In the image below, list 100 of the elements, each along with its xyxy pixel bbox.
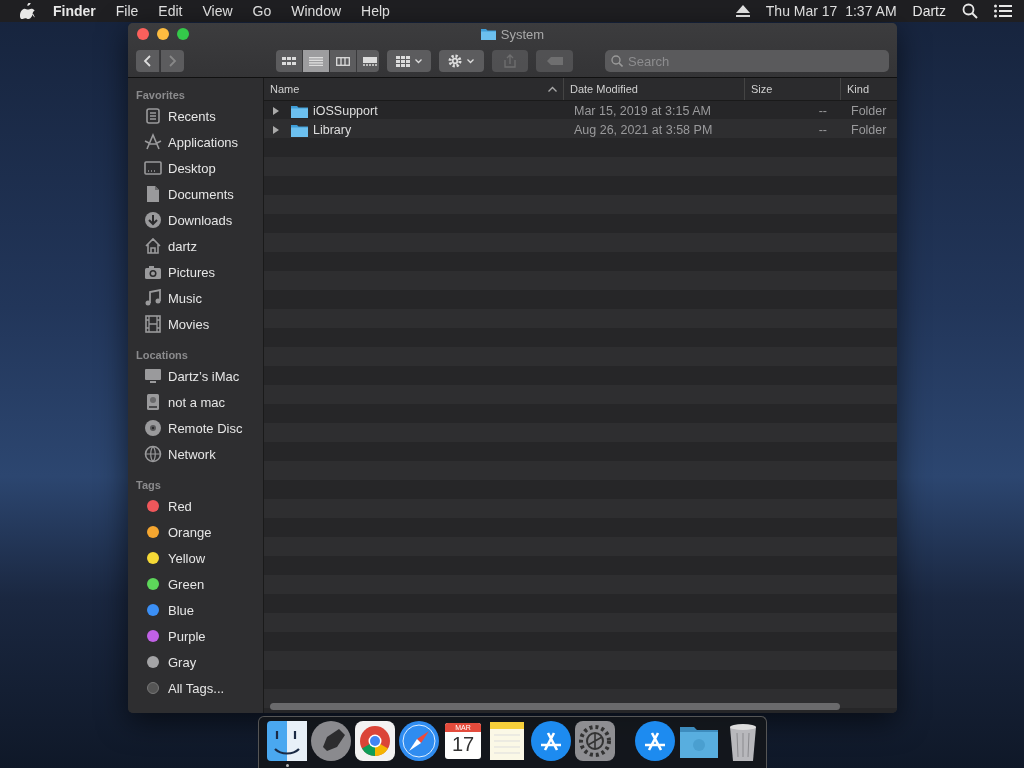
back-button[interactable] (136, 50, 160, 72)
applications-icon (144, 133, 162, 151)
column-header[interactable]: Kind (841, 78, 897, 100)
menu-bar-clock[interactable]: Thu Mar 17 1:37 AM (765, 3, 897, 19)
menu-item[interactable]: File (105, 3, 149, 19)
menu-item[interactable]: Go (242, 3, 282, 19)
folder-icon (291, 103, 308, 118)
size-cell-text: -- (817, 122, 828, 137)
column-header[interactable]: Name (264, 78, 564, 100)
sidebar-item[interactable]: Pictures (136, 259, 263, 285)
scrollbar-thumb[interactable] (270, 702, 840, 710)
folder-icon (480, 28, 496, 40)
date-modified-cell-text: Aug 26, 2021 at 3:58 PM (573, 122, 714, 137)
film-icon (144, 315, 162, 333)
gallery-view-icon (363, 56, 378, 66)
close-button[interactable] (137, 28, 149, 40)
app-menu[interactable]: Finder (35, 3, 106, 19)
disclosure-triangle[interactable] (272, 106, 280, 115)
app-store-icon[interactable] (529, 719, 573, 763)
view-mode-button[interactable] (276, 50, 304, 72)
globe-icon (144, 445, 162, 463)
menu-item[interactable]: Help (351, 3, 400, 19)
minimize-button[interactable] (157, 28, 169, 40)
file-name[interactable]: iOSSupport (313, 103, 378, 118)
share-icon (503, 54, 516, 68)
icon-view-icon (282, 56, 297, 66)
compass-icon[interactable] (397, 719, 441, 763)
sidebar-item[interactable]: Yellow (136, 545, 263, 571)
sidebar-item[interactable]: Blue (136, 597, 263, 623)
app-store-icon (633, 719, 677, 763)
sidebar-item[interactable]: Network (136, 441, 263, 467)
sidebar-item[interactable]: Green (136, 571, 263, 597)
recents-icon (144, 107, 162, 125)
drive-icon (144, 393, 162, 411)
action-button[interactable] (439, 50, 484, 72)
forward-button[interactable] (160, 50, 185, 72)
monitor-icon (144, 367, 162, 385)
sidebar-item[interactable]: Red (136, 493, 263, 519)
sidebar-item[interactable]: Recents (136, 103, 263, 129)
all-tags-icon (147, 682, 159, 694)
browser-icon[interactable] (353, 719, 397, 763)
caret-icon (415, 58, 423, 64)
view-mode-button[interactable] (357, 50, 379, 72)
folder-icon (291, 122, 308, 137)
user-name[interactable]: Dartz (912, 3, 946, 19)
column-header[interactable]: Date Modified (564, 78, 745, 100)
size-cell-text: -- (817, 103, 828, 118)
sidebar-item[interactable]: Gray (136, 649, 263, 675)
chevron-right-icon (168, 55, 177, 67)
caret-icon (467, 58, 475, 64)
menu-item[interactable]: Window (281, 3, 352, 19)
sidebar-item[interactable]: Documents (136, 181, 263, 207)
sidebar-heading: Locations (136, 348, 189, 363)
date-modified-cell-text: Mar 15, 2019 at 3:15 AM (573, 103, 712, 118)
file-name[interactable]: Library (313, 122, 352, 137)
sidebar-heading: Tags (136, 478, 162, 493)
zoom-button[interactable] (177, 28, 189, 40)
eject-icon (735, 5, 750, 17)
sidebar-item[interactable]: Music (136, 285, 263, 311)
sidebar-item[interactable]: not a mac (136, 389, 263, 415)
window-title: System (500, 26, 545, 42)
menu-item[interactable]: Edit (148, 3, 193, 19)
sidebar-item[interactable]: Applications (136, 129, 263, 155)
download-icon (144, 211, 162, 229)
sidebar-item[interactable]: Downloads (136, 207, 263, 233)
music-note-icon (144, 289, 162, 307)
chevron-left-icon (143, 55, 152, 67)
desktop-icon (144, 159, 162, 177)
list-view-icon (309, 56, 324, 66)
sidebar-item[interactable]: Purple (136, 623, 263, 649)
kind-cell-text: Folder (850, 103, 888, 118)
column-header[interactable]: Size (745, 78, 841, 100)
finder-face-icon[interactable] (265, 719, 309, 763)
gear-icon (448, 54, 463, 68)
disc-icon (144, 419, 162, 437)
sidebar-item[interactable]: Desktop (136, 155, 263, 181)
sidebar-item[interactable]: Orange (136, 519, 263, 545)
list-icon (994, 4, 1012, 18)
column-view-icon (336, 56, 351, 66)
calendar-day: 17 (451, 732, 475, 756)
sidebar-heading: Favorites (136, 88, 186, 103)
sidebar-item[interactable]: dartz (136, 233, 263, 259)
menu-item[interactable]: View (192, 3, 243, 19)
apple-logo-icon (20, 2, 35, 20)
gear-icon[interactable] (573, 719, 617, 763)
sidebar-item[interactable]: Dartz’s iMac (136, 363, 263, 389)
tag-icon (546, 57, 563, 65)
home-icon (144, 237, 162, 255)
sidebar-item[interactable]: All Tags... (136, 675, 263, 701)
sidebar-item[interactable]: Remote Disc (136, 415, 263, 441)
view-mode-button[interactable] (303, 50, 331, 72)
view-mode-button[interactable] (330, 50, 358, 72)
search-icon (962, 3, 978, 19)
group-button[interactable] (387, 50, 432, 72)
sidebar-item[interactable]: Movies (136, 311, 263, 337)
document-icon (144, 185, 162, 203)
kind-cell-text: Folder (850, 122, 888, 137)
disclosure-triangle[interactable] (272, 125, 280, 134)
grid-icon (396, 55, 411, 67)
camera-icon (144, 263, 162, 281)
